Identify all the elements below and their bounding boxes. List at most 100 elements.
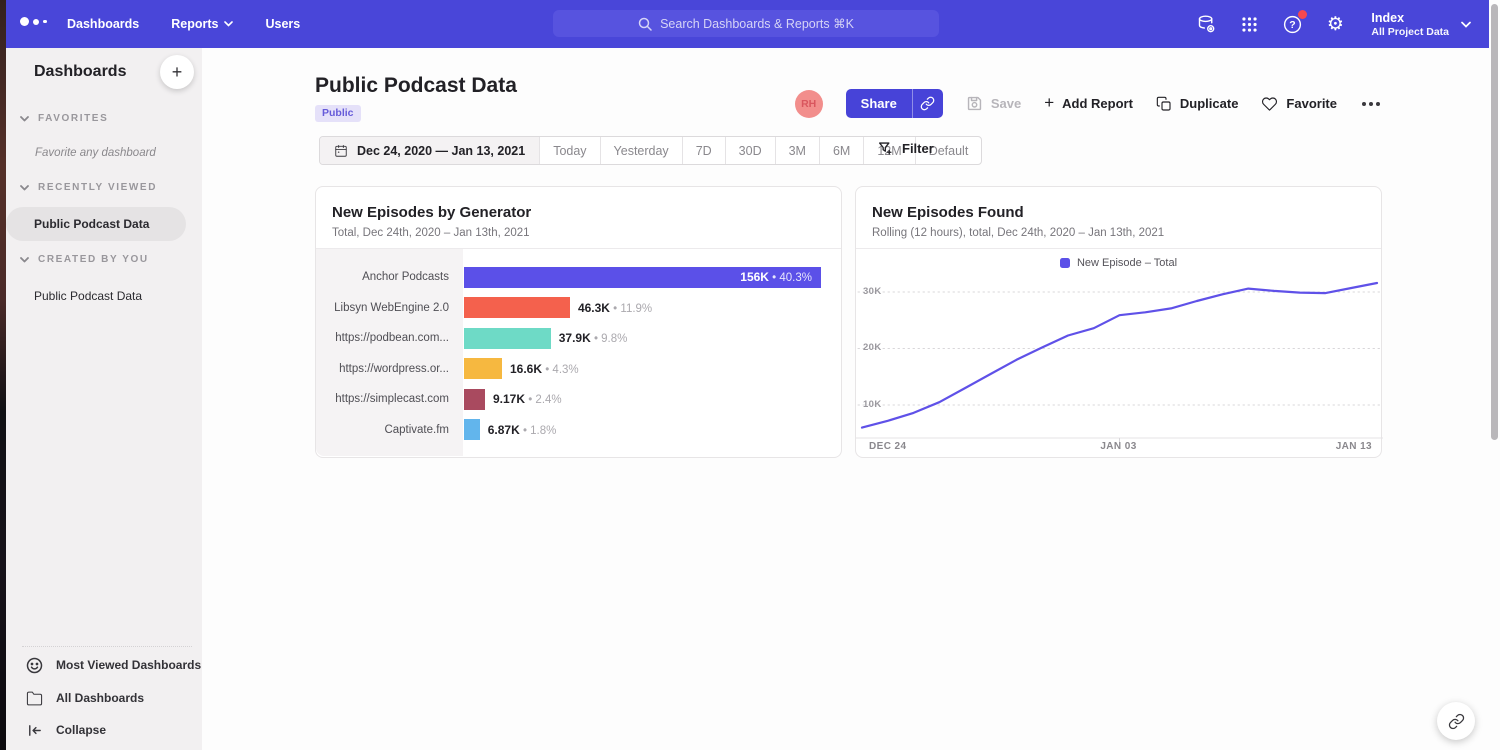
section-created-by-you[interactable]: CREATED BY YOU <box>20 254 149 265</box>
section-created-by-you-label: CREATED BY YOU <box>38 254 149 265</box>
more-options-button[interactable] <box>1360 98 1382 110</box>
avatar[interactable]: RH <box>795 90 823 118</box>
bar[interactable] <box>464 419 480 440</box>
chart-subtitle: Rolling (12 hours), total, Dec 24th, 202… <box>872 227 1365 239</box>
notification-badge <box>1298 10 1307 19</box>
workspace-scope: All Project Data <box>1371 26 1449 38</box>
preset-3m[interactable]: 3M <box>775 137 819 164</box>
favorite-button[interactable]: Favorite <box>1261 96 1337 112</box>
bar-value-label: 16.6K • 4.3% <box>510 362 579 376</box>
card-new-episodes-by-generator: New Episodes by Generator Total, Dec 24t… <box>315 186 842 458</box>
bar-category-label: Libsyn WebEngine 2.0 <box>316 293 463 324</box>
scrollbar-thumb[interactable] <box>1491 4 1498 440</box>
bar[interactable] <box>464 389 485 410</box>
brand-logo[interactable] <box>20 17 47 26</box>
heart-icon <box>1261 96 1278 112</box>
plus-icon: + <box>1044 93 1054 113</box>
preset-30d[interactable]: 30D <box>725 137 775 164</box>
most-viewed-dashboards-button[interactable]: Most Viewed Dashboards <box>26 654 201 676</box>
x-tick-jan13: JAN 13 <box>1336 441 1372 452</box>
filter-funnel-icon <box>878 141 893 156</box>
search-input[interactable]: Search Dashboards & Reports ⌘K <box>553 10 939 37</box>
bar-value-label: 156K • 40.3% <box>740 270 812 284</box>
card-new-episodes-found: New Episodes Found Rolling (12 hours), t… <box>855 186 1382 458</box>
chevron-down-icon <box>20 116 29 122</box>
nav-users[interactable]: Users <box>265 17 300 31</box>
chevron-down-icon <box>20 185 29 191</box>
help-icon[interactable]: ? <box>1281 13 1303 35</box>
share-link-button[interactable] <box>912 89 943 118</box>
data-sources-icon[interactable] <box>1195 13 1217 35</box>
bar-value-label: 37.9K • 9.8% <box>559 331 628 345</box>
bar-value-label: 9.17K • 2.4% <box>493 392 562 406</box>
nav-dashboards[interactable]: Dashboards <box>67 17 139 31</box>
section-favorites-label: FAVORITES <box>38 113 108 124</box>
preset-6m[interactable]: 6M <box>819 137 863 164</box>
save-button[interactable]: Save <box>966 95 1021 112</box>
line-chart[interactable] <box>856 249 1383 459</box>
bar[interactable] <box>464 297 570 318</box>
chevron-down-icon <box>1461 21 1471 28</box>
bar[interactable]: 156K • 40.3% <box>464 267 821 288</box>
bar-value-label: 6.87K • 1.8% <box>488 423 557 437</box>
bar-category-label: https://wordpress.or... <box>316 354 463 385</box>
sidebar-item-public-podcast-data[interactable]: Public Podcast Data <box>34 217 149 231</box>
bar-rows: 156K • 40.3% 46.3K • 11.9% 37.9K • 9.8% 16.… <box>464 262 841 445</box>
bar-category-label: https://simplecast.com <box>316 384 463 415</box>
section-recently-viewed-label: RECENTLY VIEWED <box>38 182 157 193</box>
copy-icon <box>1156 96 1172 112</box>
app: Dashboards Reports Users Search Dashboar… <box>0 0 1500 750</box>
all-dashboards-button[interactable]: All Dashboards <box>26 687 144 709</box>
add-report-button[interactable]: + Add Report <box>1044 95 1133 113</box>
nav-reports[interactable]: Reports <box>171 17 233 31</box>
preset-today[interactable]: Today <box>539 137 599 164</box>
duplicate-button[interactable]: Duplicate <box>1156 96 1239 112</box>
preset-yesterday[interactable]: Yesterday <box>600 137 682 164</box>
bar-row: 46.3K • 11.9% <box>464 293 841 324</box>
bar-row: 9.17K • 2.4% <box>464 384 841 415</box>
filter-button[interactable]: Filter <box>878 141 934 156</box>
bar[interactable] <box>464 358 502 379</box>
chart-subtitle: Total, Dec 24th, 2020 – Jan 13th, 2021 <box>332 227 825 239</box>
add-dashboard-button[interactable]: + <box>160 55 194 89</box>
navbar-right: ? ⚙ Index All Project Data <box>1195 0 1471 48</box>
bar-row: 6.87K • 1.8% <box>464 415 841 446</box>
bar-row: 16.6K • 4.3% <box>464 354 841 385</box>
section-favorites[interactable]: FAVORITES <box>20 113 108 124</box>
chart-title: New Episodes Found <box>872 204 1365 221</box>
sidebar-title: Dashboards <box>34 63 126 81</box>
search-icon <box>638 17 652 31</box>
link-icon <box>920 96 935 111</box>
nav-reports-label: Reports <box>171 17 218 31</box>
sidebar: Dashboards + FAVORITES Favorite any dash… <box>6 48 202 750</box>
page-title: Public Podcast Data <box>315 74 517 98</box>
primary-nav: Dashboards Reports Users <box>67 0 300 48</box>
preset-7d[interactable]: 7D <box>682 137 725 164</box>
visibility-badge: Public <box>315 105 361 122</box>
sidebar-item-public-podcast-data-2[interactable]: Public Podcast Data <box>34 289 142 303</box>
calendar-icon <box>334 144 348 158</box>
section-recently-viewed[interactable]: RECENTLY VIEWED <box>20 182 157 193</box>
workspace-name: Index <box>1371 10 1449 26</box>
chevron-down-icon <box>224 21 233 27</box>
date-range-picker[interactable]: Dec 24, 2020 — Jan 13, 2021 <box>320 137 539 164</box>
bar-row: 156K • 40.3% <box>464 262 841 293</box>
collapse-sidebar-button[interactable]: Collapse <box>26 719 106 741</box>
apps-grid-icon[interactable] <box>1238 13 1260 35</box>
collapse-icon <box>26 722 43 739</box>
share-split-button: Share <box>846 89 943 118</box>
link-icon <box>1448 713 1465 730</box>
y-tick-20k: 20K <box>863 342 882 353</box>
data-series-line[interactable] <box>862 283 1377 428</box>
search-placeholder: Search Dashboards & Reports ⌘K <box>660 16 854 31</box>
bar[interactable] <box>464 328 551 349</box>
bar-labels: Anchor PodcastsLibsyn WebEngine 2.0https… <box>316 249 463 456</box>
scrollbar-track[interactable] <box>1489 0 1500 750</box>
workspace-switcher[interactable]: Index All Project Data <box>1371 10 1471 38</box>
smiley-icon <box>26 657 43 674</box>
bar-row: 37.9K • 9.8% <box>464 323 841 354</box>
settings-gear-icon[interactable]: ⚙ <box>1324 13 1346 35</box>
chevron-down-icon <box>20 257 29 263</box>
share-button[interactable]: Share <box>846 89 912 118</box>
share-link-fab[interactable] <box>1437 702 1475 740</box>
